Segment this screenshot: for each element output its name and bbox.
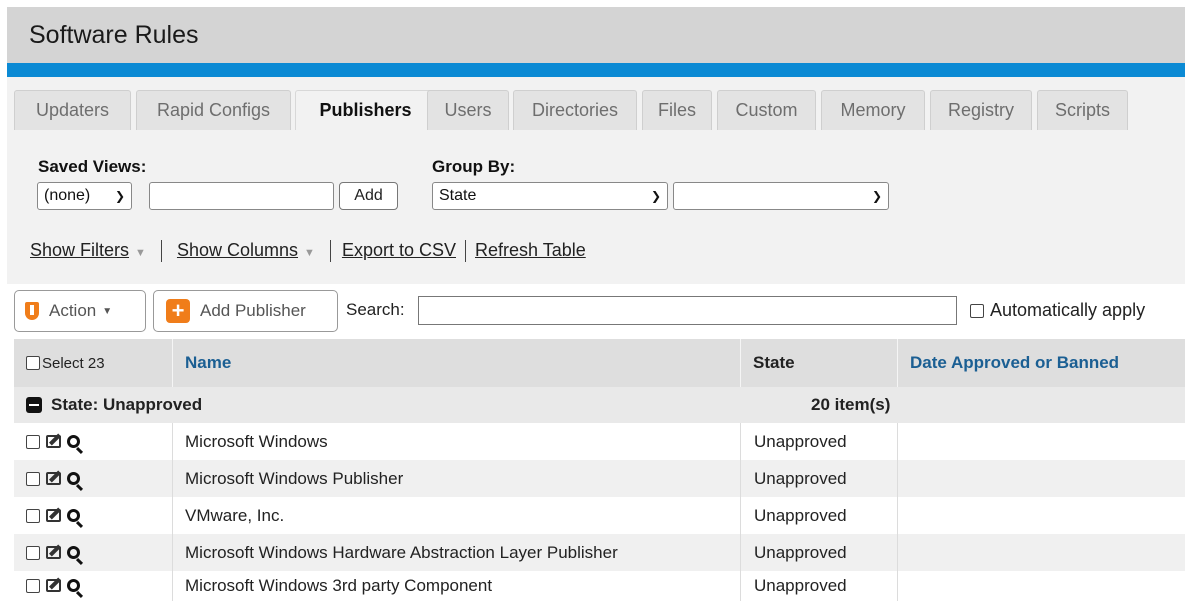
tab-directories[interactable]: Directories [513, 90, 637, 130]
search-icon[interactable] [67, 546, 80, 559]
auto-apply-label: Automatically apply [990, 300, 1146, 320]
row-name: VMware, Inc. [185, 505, 285, 525]
tab-scripts[interactable]: Scripts [1037, 90, 1128, 130]
collapse-icon[interactable] [26, 397, 42, 413]
row-state: Unapproved [754, 575, 847, 595]
row-checkbox[interactable] [26, 471, 40, 486]
tab-rapid-configs[interactable]: Rapid Configs [136, 90, 291, 130]
export-csv-link[interactable]: Export to CSV [342, 240, 456, 260]
page-title: Software Rules [29, 21, 199, 49]
add-publisher-button[interactable]: + Add Publisher [153, 290, 338, 332]
show-filters-link[interactable]: Show Filters [30, 240, 129, 260]
search-icon[interactable] [67, 579, 80, 592]
action-label: Action [49, 301, 97, 320]
tab-publishers[interactable]: Publishers [295, 90, 436, 130]
row-state: Unapproved [754, 505, 847, 525]
group-by-label: Group By: [432, 157, 516, 176]
row-name: Microsoft Windows Hardware Abstraction L… [185, 542, 618, 562]
auto-apply-checkbox[interactable] [970, 303, 984, 318]
column-header-name[interactable]: Name [172, 339, 739, 387]
chevron-down-icon: ❯ [114, 189, 125, 203]
edit-icon[interactable] [46, 546, 61, 559]
saved-view-name-input[interactable] [149, 182, 334, 210]
action-button[interactable]: Action ▼ [14, 290, 146, 332]
add-publisher-label: Add Publisher [200, 301, 306, 320]
row-state: Unapproved [754, 431, 847, 451]
table-row[interactable]: VMware, Inc. Unapproved [14, 497, 1185, 534]
search-input[interactable] [418, 296, 957, 325]
tab-updaters[interactable]: Updaters [14, 90, 131, 130]
refresh-table-link[interactable]: Refresh Table [475, 240, 586, 260]
chevron-down-icon: ❯ [650, 189, 661, 203]
edit-icon[interactable] [46, 472, 61, 485]
tab-files[interactable]: Files [642, 90, 712, 130]
saved-views-value: (none) [44, 187, 91, 204]
edit-icon[interactable] [46, 579, 61, 592]
chevron-down-icon: ❯ [871, 189, 882, 203]
divider [160, 240, 162, 263]
caret-down-icon: ▼ [102, 305, 113, 317]
group-by-select[interactable]: State ❯ [432, 182, 668, 210]
caret-down-icon: ▼ [135, 247, 146, 259]
table-row[interactable]: Microsoft Windows Hardware Abstraction L… [14, 534, 1185, 571]
group-label: State: Unapproved [51, 395, 203, 414]
row-checkbox[interactable] [26, 508, 40, 523]
row-checkbox[interactable] [26, 545, 40, 560]
divider [465, 240, 466, 263]
group-by-value: State [439, 187, 477, 204]
search-label: Search: [346, 300, 405, 319]
shield-icon [25, 302, 39, 320]
table-options-links: Show Filters ▼ Show Columns ▼ Export to CS… [30, 240, 586, 266]
group-count: 20 item(s) [811, 395, 891, 414]
edit-icon[interactable] [46, 509, 61, 522]
row-state: Unapproved [754, 542, 847, 562]
select-all-checkbox[interactable] [26, 356, 40, 370]
tab-memory[interactable]: Memory [821, 90, 925, 130]
tab-users[interactable]: Users [427, 90, 509, 130]
saved-views-label: Saved Views: [38, 157, 147, 176]
table-row[interactable]: Microsoft Windows Publisher Unapproved [14, 460, 1185, 497]
page-header: Software Rules [7, 7, 1185, 63]
select-all-control[interactable]: Select 23 [26, 339, 171, 387]
search-icon[interactable] [67, 509, 80, 522]
tab-registry[interactable]: Registry [930, 90, 1032, 130]
auto-apply-option[interactable]: Automatically apply [970, 300, 1145, 321]
tab-custom[interactable]: Custom [717, 90, 816, 130]
row-checkbox[interactable] [26, 434, 40, 449]
search-icon[interactable] [67, 435, 80, 448]
select-all-label: Select 23 [42, 354, 105, 372]
caret-down-icon: ▼ [304, 247, 315, 259]
row-name: Microsoft Windows Publisher [185, 468, 404, 488]
table-row[interactable]: Microsoft Windows 3rd party Component Un… [14, 567, 1185, 601]
row-name: Microsoft Windows [185, 431, 328, 451]
group-row: State: Unapproved 20 item(s) [14, 387, 1185, 423]
column-header-state[interactable]: State [740, 339, 897, 387]
saved-views-select[interactable]: (none) ❯ [37, 182, 132, 210]
accent-bar [7, 63, 1185, 77]
show-columns-link[interactable]: Show Columns [177, 240, 298, 260]
table-header: Select 23 Name State Date Approved or Ba… [14, 339, 1185, 387]
add-view-button[interactable]: Add [339, 182, 398, 210]
divider [329, 240, 331, 263]
row-checkbox[interactable] [26, 578, 40, 593]
table-row[interactable]: Microsoft Windows Unapproved [14, 423, 1185, 460]
group-by-secondary-select[interactable]: ❯ [673, 182, 889, 210]
row-state: Unapproved [754, 468, 847, 488]
column-header-date[interactable]: Date Approved or Banned [897, 339, 1177, 387]
edit-icon[interactable] [46, 435, 61, 448]
search-icon[interactable] [67, 472, 80, 485]
plus-icon: + [166, 299, 190, 323]
row-name: Microsoft Windows 3rd party Component [185, 575, 493, 595]
